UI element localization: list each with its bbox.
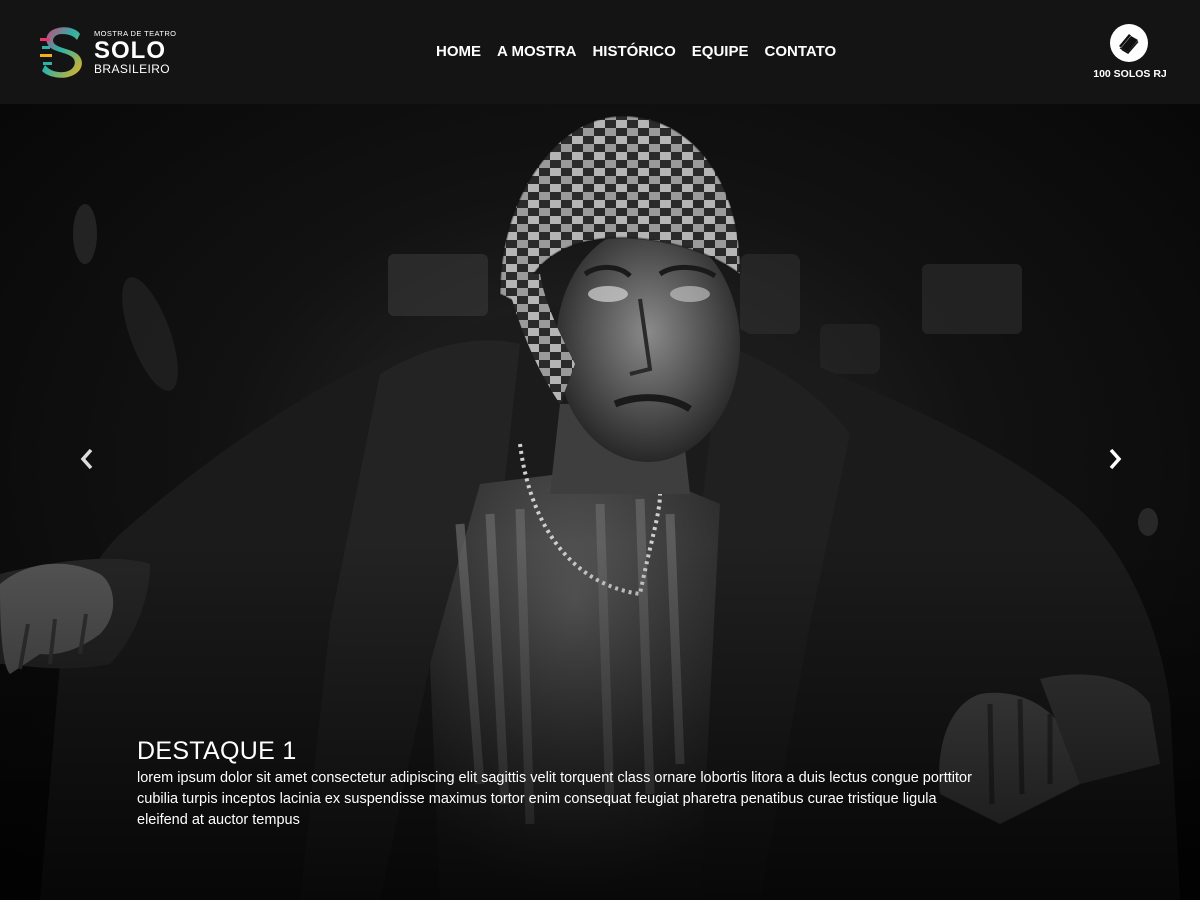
slide-description: lorem ipsum dolor sit amet consectetur a…	[137, 770, 972, 828]
logo-bottom-text: BRASILEIRO	[94, 62, 171, 76]
nav-item-equipe[interactable]: EQUIPE	[692, 42, 749, 62]
chevron-right-icon	[1109, 448, 1122, 470]
nav-item-a-mostra[interactable]: A MOSTRA	[497, 42, 576, 62]
badge-label: 100 SOLOS RJ	[1093, 68, 1167, 80]
slide-title: DESTAQUE 1	[137, 737, 297, 765]
page: MOSTRA DE TEATRO SOLO BRASILEIRO HOME A …	[0, 0, 1200, 900]
logo-text: MOSTRA DE TEATRO SOLO BRASILEIRO	[94, 29, 176, 76]
slider-next-button[interactable]	[1100, 444, 1130, 474]
site-logo[interactable]: MOSTRA DE TEATRO SOLO BRASILEIRO	[40, 24, 180, 80]
100-solos-link[interactable]: 100 SOLOS RJ	[1090, 22, 1170, 84]
chevron-left-icon	[80, 448, 93, 470]
nav-item-contato[interactable]: CONTATO	[764, 42, 836, 62]
slide-caption: DESTAQUE 1 lorem ipsum dolor sit amet co…	[137, 736, 977, 831]
nav-item-home[interactable]: HOME	[436, 42, 481, 62]
logo-title: SOLO	[94, 37, 167, 64]
nav-item-historico[interactable]: HISTÓRICO	[592, 42, 675, 62]
site-header: MOSTRA DE TEATRO SOLO BRASILEIRO HOME A …	[0, 0, 1200, 104]
hero-slider: DESTAQUE 1 lorem ipsum dolor sit amet co…	[0, 104, 1200, 900]
solo-logo-mark-icon	[40, 27, 82, 78]
badge-circle	[1110, 24, 1148, 62]
main-nav: HOME A MOSTRA HISTÓRICO EQUIPE CONTATO	[436, 42, 836, 62]
book-icon	[1119, 34, 1139, 54]
slider-prev-button[interactable]	[72, 444, 102, 474]
